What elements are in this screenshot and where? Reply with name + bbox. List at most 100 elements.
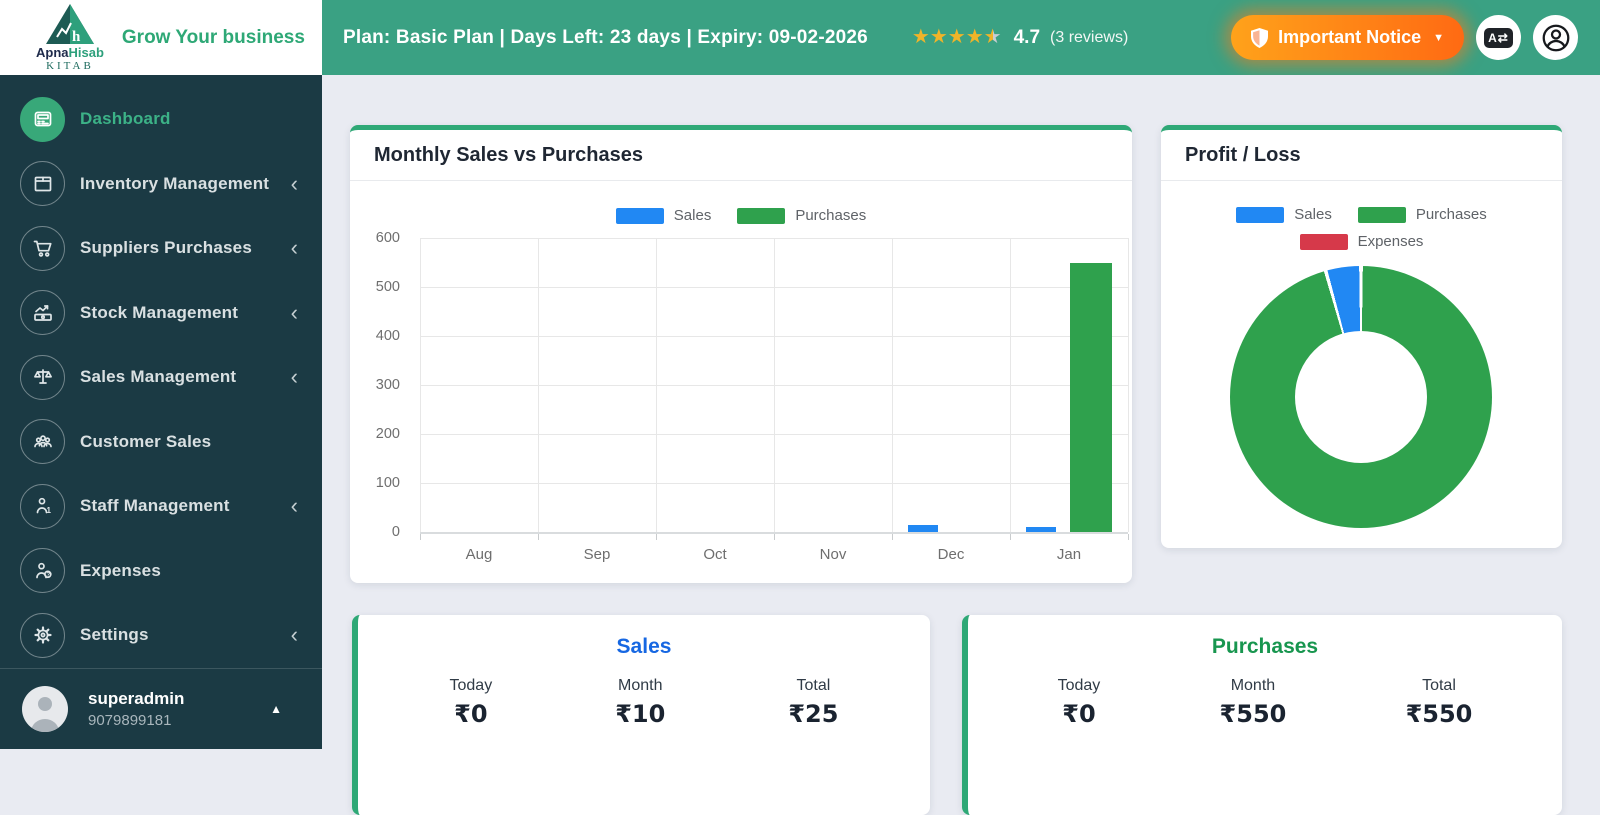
y-tick-label: 500 (375, 279, 400, 295)
user-avatar-icon (22, 686, 68, 732)
scale-icon (20, 354, 65, 400)
brand-tagline: Grow Your business (121, 26, 305, 48)
cart-icon (20, 225, 65, 271)
sidebar-item-inventory-management[interactable]: Inventory Management ‹ (0, 152, 322, 217)
account-circle-icon (1540, 22, 1572, 54)
donut-card-title: Profit / Loss (1185, 144, 1301, 166)
user-section[interactable]: superadmin 9079899181 ▲ (0, 668, 322, 749)
staff-icon: 1 (20, 483, 65, 529)
sidebar-item-settings[interactable]: Settings ‹ (0, 603, 322, 668)
stat-label: Month (1230, 677, 1276, 694)
axis-tick (892, 534, 893, 540)
notice-label: Important Notice (1278, 27, 1422, 47)
star-icon: ★ (965, 26, 984, 48)
sidebar-item-label: Customer Sales (80, 431, 212, 451)
bar-group-dec (892, 238, 1010, 532)
sidebar-item-expenses[interactable]: ? Expenses (0, 539, 322, 604)
chevron-left-icon: ‹ (290, 364, 298, 390)
legend-item-purchases[interactable]: Purchases (737, 207, 866, 224)
legend-item-purchases[interactable]: Purchases (1357, 206, 1487, 223)
stat-value: ₹0 (454, 700, 488, 728)
sales-stat-today: Today ₹0 (450, 677, 493, 728)
svg-text:h: h (72, 29, 81, 45)
legend-item-sales[interactable]: Sales (1236, 206, 1332, 223)
axis-tick (774, 534, 775, 540)
legend-label: Sales (1294, 206, 1332, 223)
y-axis-labels: 0 100 200 300 400 500 600 (350, 230, 410, 540)
legend-item-sales[interactable]: Sales (615, 207, 712, 224)
x-tick-label: Sep (583, 546, 611, 563)
sidebar-item-staff-management[interactable]: 1 Staff Management ‹ (0, 474, 322, 539)
rating-reviews[interactable]: (3 reviews) (1050, 29, 1128, 47)
x-tick-label: Oct (703, 546, 727, 563)
sidebar-item-stock-management[interactable]: Stock Management ‹ (0, 281, 322, 346)
purchases-summary-title: Purchases (1211, 635, 1319, 658)
logo-area[interactable]: h ApnaHisab KITAB Grow Your business (0, 0, 322, 75)
stat-label: Total (1422, 677, 1456, 694)
y-tick-label: 100 (375, 475, 400, 491)
bar-group-aug (420, 238, 538, 532)
translate-button[interactable]: A⇄ (1476, 15, 1521, 60)
donut-chart-legend: Sales Purchases Expenses (1207, 206, 1517, 250)
y-tick-label: 0 (391, 524, 400, 540)
sidebar-item-label: Inventory Management (80, 173, 270, 193)
axis-tick (1010, 534, 1011, 540)
profile-button[interactable] (1533, 15, 1578, 60)
chevron-left-icon: ‹ (290, 235, 298, 261)
sidebar: h ApnaHisab KITAB Grow Your business Das… (0, 0, 322, 749)
stat-value: ₹0 (1062, 700, 1096, 728)
important-notice-button[interactable]: Important Notice ▼ (1231, 15, 1464, 60)
customers-icon (20, 419, 65, 465)
purchases-stat-month: Month ₹550 (1220, 677, 1287, 728)
bar-purchases-jan[interactable] (1070, 262, 1112, 532)
chevron-left-icon: ‹ (290, 622, 298, 648)
star-icon: ★ (983, 26, 1002, 48)
axis-tick (1128, 534, 1129, 540)
stat-value: ₹550 (1405, 700, 1473, 728)
legend-label: Sales (673, 207, 712, 224)
sales-stat-total: Total ₹25 (788, 677, 838, 728)
bar-card-header: Monthly Sales vs Purchases (350, 130, 1132, 181)
svg-text:?: ? (46, 572, 50, 578)
x-tick-label: Nov (819, 546, 847, 563)
chevron-left-icon: ‹ (290, 493, 298, 519)
donut-card-header: Profit / Loss (1161, 130, 1562, 181)
y-tick-label: 400 (375, 328, 400, 344)
profit-loss-card: Profit / Loss Sales Purchases Expenses (1161, 125, 1562, 548)
bar-group-nov (774, 238, 892, 532)
sidebar-nav: Dashboard Inventory Management ‹ Suppliers … (0, 75, 322, 668)
stat-value: ₹25 (788, 700, 839, 728)
bar-sales-jan[interactable] (1026, 527, 1056, 532)
sidebar-item-customer-sales[interactable]: Customer Sales (0, 410, 322, 475)
profit-loss-donut (1230, 266, 1492, 528)
translate-icon: A⇄ (1484, 27, 1513, 48)
sidebar-item-dashboard[interactable]: Dashboard (0, 87, 322, 152)
gridline (1128, 238, 1129, 532)
rating-value: 4.7 (1013, 26, 1041, 48)
x-tick-label: Aug (465, 546, 493, 563)
bar-sales-dec[interactable] (908, 524, 938, 532)
legend-label: Expenses (1357, 233, 1424, 250)
chevron-left-icon: ‹ (290, 170, 298, 196)
legend-item-expenses[interactable]: Expenses (1299, 233, 1424, 250)
x-tick-label: Dec (937, 546, 965, 563)
user-phone: 9079899181 (88, 712, 172, 729)
collapse-up-icon[interactable]: ▲ (270, 702, 282, 716)
purchases-summary-card: Purchases Today ₹0 Month ₹550 Total ₹550 (962, 615, 1562, 815)
bar-group-oct (656, 238, 774, 532)
sales-stat-month: Month ₹10 (615, 677, 665, 728)
axis-tick (656, 534, 657, 540)
bar-card-title: Monthly Sales vs Purchases (374, 144, 644, 166)
sidebar-item-suppliers-purchases[interactable]: Suppliers Purchases ‹ (0, 216, 322, 281)
brand-subtitle: KITAB (46, 60, 94, 72)
shield-icon (1251, 27, 1269, 48)
legend-swatch (1357, 206, 1406, 223)
settings-icon (20, 612, 65, 658)
sidebar-item-sales-management[interactable]: Sales Management ‹ (0, 345, 322, 410)
sales-summary-title: Sales (616, 635, 672, 658)
stat-label: Today (449, 677, 493, 694)
sidebar-item-label: Staff Management (80, 496, 230, 516)
y-tick-label: 600 (375, 230, 400, 246)
stat-label: Today (1057, 677, 1101, 694)
sidebar-item-label: Suppliers Purchases (80, 238, 252, 258)
